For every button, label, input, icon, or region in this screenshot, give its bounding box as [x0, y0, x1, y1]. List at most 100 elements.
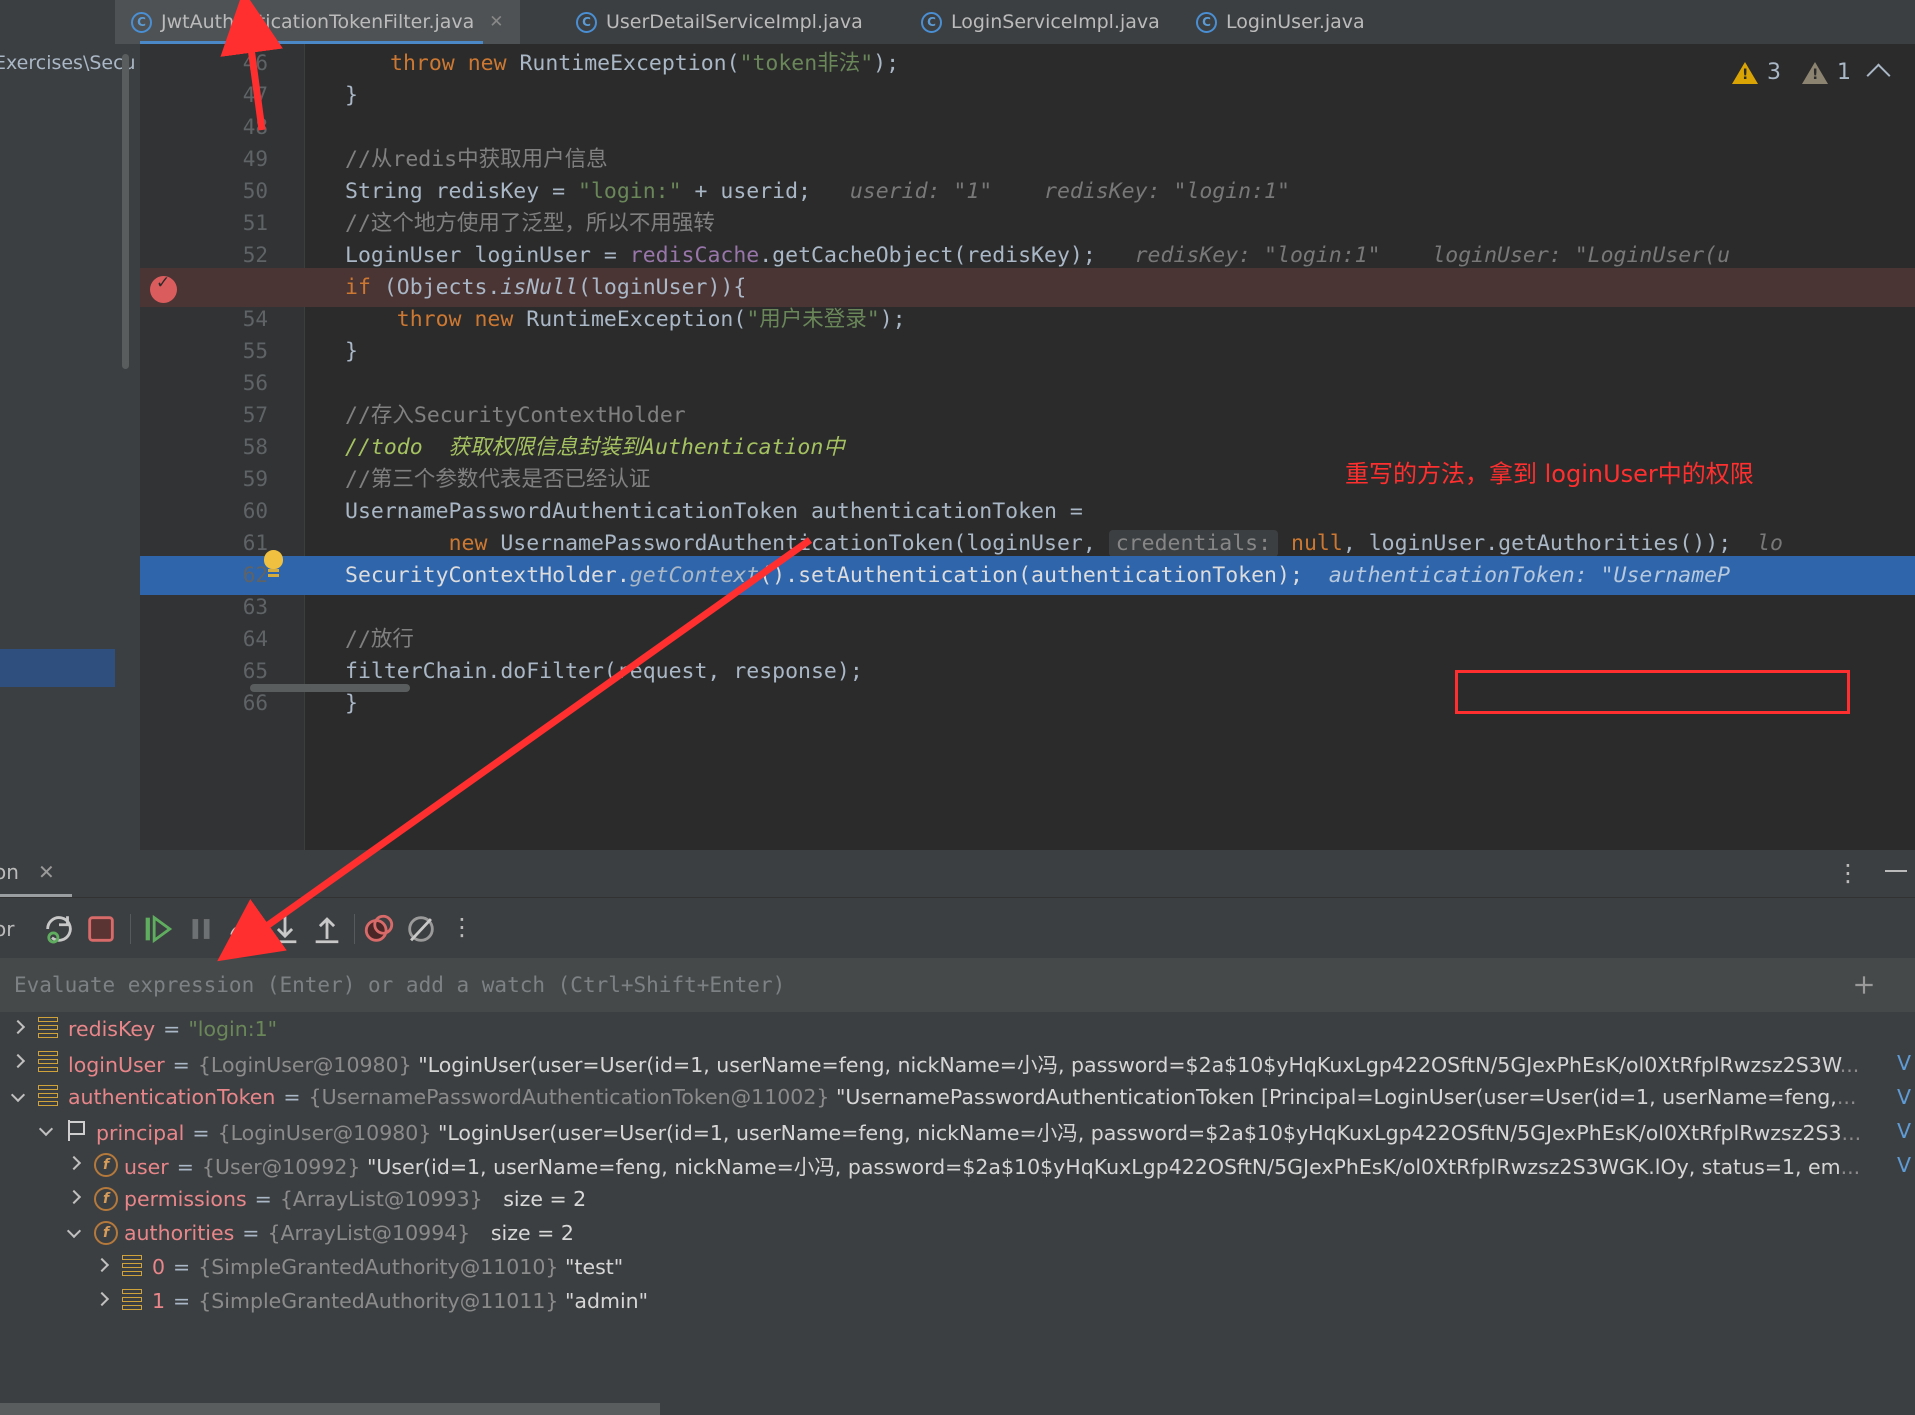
- local-variable-icon: [122, 1289, 142, 1313]
- pause-program-icon[interactable]: [184, 912, 218, 946]
- warning-count: 3: [1767, 60, 1781, 85]
- variable-ref: {LoginUser@10980}: [217, 1121, 432, 1145]
- project-tree-strip[interactable]: Exercises\Secu nTokenFilter: [0, 44, 140, 850]
- stop-icon[interactable]: [84, 912, 118, 946]
- editor-tab-loginserviceimpl[interactable]: C LoginServiceImpl.java: [905, 0, 1176, 44]
- variable-ref: {SimpleGrantedAuthority@11011}: [198, 1289, 559, 1313]
- parameter-icon: [66, 1119, 88, 1143]
- java-class-icon: C: [1196, 11, 1217, 33]
- resume-program-icon[interactable]: [140, 912, 174, 946]
- variable-value: "admin": [564, 1289, 649, 1313]
- variable-row-principal[interactable]: principal = {LoginUser@10980} "LoginUser(u…: [0, 1114, 1915, 1148]
- view-value-link[interactable]: V: [1897, 1119, 1911, 1143]
- view-value-link[interactable]: V: [1897, 1153, 1911, 1177]
- debug-session-tab-label[interactable]: on: [0, 860, 19, 884]
- debug-toolbar: or ⋮: [0, 898, 1915, 958]
- variable-name: authenticationToken: [68, 1085, 276, 1109]
- variables-horizontal-scrollbar[interactable]: [0, 1403, 660, 1415]
- variable-row-authorities[interactable]: f authorities = {ArrayList@10994} size = 2: [0, 1216, 1915, 1250]
- mute-breakpoints-icon[interactable]: [404, 912, 438, 946]
- variable-name: loginUser: [68, 1053, 165, 1077]
- variable-row-1[interactable]: 1 = {SimpleGrantedAuthority@11011} "admin": [0, 1284, 1915, 1318]
- variable-row-loginUser[interactable]: loginUser = {LoginUser@10980} "LoginUser(u…: [0, 1046, 1915, 1080]
- variable-ref: {SimpleGrantedAuthority@11010}: [198, 1255, 559, 1279]
- variable-text: authenticationToken = {UsernamePasswordAut…: [68, 1085, 1857, 1109]
- chevron-right-icon[interactable]: [66, 1189, 82, 1207]
- editor-annotation-text: 重写的方法，拿到 loginUser中的权限: [1345, 460, 1754, 488]
- minimize-icon[interactable]: [1885, 870, 1907, 872]
- code-editor[interactable]: Exercises\Secu nTokenFilter 46throw new …: [0, 44, 1915, 850]
- variable-value: "UsernamePasswordAuthenticationToken [Pr…: [835, 1085, 1837, 1109]
- variable-row-0[interactable]: 0 = {SimpleGrantedAuthority@11010} "test": [0, 1250, 1915, 1284]
- chevron-right-icon[interactable]: [10, 1019, 26, 1037]
- variable-row-permissions[interactable]: f permissions = {ArrayList@10993} size = 2: [0, 1182, 1915, 1216]
- variable-text: user = {User@10992} "User(id=1, userName=f…: [124, 1155, 1861, 1179]
- inspection-widget[interactable]: 3 1: [1732, 60, 1891, 88]
- chevron-right-icon[interactable]: [94, 1291, 110, 1309]
- line-number: 66: [242, 691, 268, 715]
- variable-value: "User(id=1, userName=feng, nickName=小冯, …: [366, 1155, 1841, 1179]
- editor-tab-jwtauthenticationtokenfilter[interactable]: C JwtAuthenticationTokenFilter.java ✕: [115, 0, 520, 44]
- editor-tab-loginuser[interactable]: C LoginUser.java: [1180, 0, 1381, 44]
- variable-row-redisKey[interactable]: redisKey = "login:1": [0, 1012, 1915, 1046]
- breakpoint-icon[interactable]: [150, 273, 177, 303]
- java-class-icon: C: [576, 11, 597, 33]
- weak-warning-count: 1: [1837, 60, 1851, 85]
- debug-more-options-button[interactable]: ⋮: [450, 915, 474, 939]
- add-watch-icon[interactable]: [1851, 972, 1877, 998]
- variable-value: "LoginUser(user=User(id=1, userName=feng…: [418, 1053, 1840, 1077]
- variable-text: permissions = {ArrayList@10993} size = 2: [124, 1187, 587, 1211]
- view-value-link[interactable]: V: [1897, 1085, 1911, 1109]
- variable-ref: {User@10992}: [201, 1155, 361, 1179]
- toolbar-divider-2: [354, 914, 355, 944]
- step-out-icon[interactable]: [310, 912, 344, 946]
- variable-ref: {LoginUser@10980}: [197, 1053, 412, 1077]
- variable-name: redisKey: [68, 1017, 156, 1041]
- variables-tree[interactable]: redisKey = "login:1" loginUser = {LoginUser@1…: [0, 1012, 1915, 1415]
- warning-icon: [1732, 61, 1758, 84]
- chevron-down-icon[interactable]: [66, 1223, 82, 1241]
- chevron-right-icon[interactable]: [66, 1155, 82, 1173]
- chevron-right-icon[interactable]: [10, 1053, 26, 1071]
- editor-annotation-box: [1455, 670, 1850, 714]
- project-tree-path-top: Exercises\Secu: [0, 52, 136, 74]
- editor-horizontal-scrollbar[interactable]: [250, 684, 410, 692]
- field-icon: f: [94, 1153, 118, 1177]
- rerun-debug-icon[interactable]: [42, 912, 76, 946]
- editor-tab-bar: C JwtAuthenticationTokenFilter.java ✕ C …: [0, 0, 1915, 45]
- more-options-button[interactable]: ⋮: [1836, 861, 1860, 885]
- field-icon: f: [94, 1187, 118, 1211]
- ide-window: C JwtAuthenticationTokenFilter.java ✕ C …: [0, 0, 1915, 1415]
- chevron-down-icon[interactable]: [10, 1087, 26, 1105]
- variable-value: "login:1": [188, 1017, 278, 1041]
- editor-tab-label: JwtAuthenticationTokenFilter.java: [161, 11, 475, 33]
- evaluate-expression-input[interactable]: Evaluate expression (Enter) or add a wat…: [14, 973, 785, 997]
- view-breakpoints-icon[interactable]: [362, 912, 396, 946]
- variable-text: authorities = {ArrayList@10994} size = 2: [124, 1221, 574, 1245]
- chevron-right-icon[interactable]: [94, 1257, 110, 1275]
- evaluate-expression-bar[interactable]: Evaluate expression (Enter) or add a wat…: [0, 958, 1915, 1012]
- project-tree-selected-item[interactable]: [0, 649, 115, 687]
- project-tree-scrollbar[interactable]: [122, 54, 129, 369]
- step-over-icon[interactable]: [226, 912, 260, 946]
- local-variable-icon: [122, 1255, 142, 1279]
- variable-text: principal = {LoginUser@10980} "LoginUser(u…: [96, 1121, 1862, 1145]
- variable-name: authorities: [124, 1221, 235, 1245]
- chevron-down-icon[interactable]: [38, 1121, 54, 1139]
- close-icon[interactable]: ✕: [489, 12, 503, 32]
- local-variable-icon: [38, 1051, 58, 1075]
- editor-tab-userdetailserviceimpl[interactable]: C UserDetailServiceImpl.java: [560, 0, 879, 44]
- close-icon[interactable]: ✕: [38, 860, 55, 884]
- editor-tab-label: LoginServiceImpl.java: [951, 11, 1160, 33]
- step-into-icon[interactable]: [268, 912, 302, 946]
- chevron-up-icon[interactable]: [1866, 63, 1891, 88]
- variable-size: size = 2: [490, 1221, 574, 1245]
- variable-name: 0: [152, 1255, 166, 1279]
- view-value-link[interactable]: V: [1897, 1051, 1911, 1075]
- intention-bulb-icon[interactable]: [262, 550, 286, 580]
- variable-text: redisKey = "login:1": [68, 1017, 278, 1041]
- local-variable-icon: [38, 1085, 58, 1109]
- variable-row-authenticationToken[interactable]: authenticationToken = {UsernamePasswordAut…: [0, 1080, 1915, 1114]
- variable-row-user[interactable]: f user = {User@10992} "User(id=1, userName=…: [0, 1148, 1915, 1182]
- variable-name: principal: [96, 1121, 185, 1145]
